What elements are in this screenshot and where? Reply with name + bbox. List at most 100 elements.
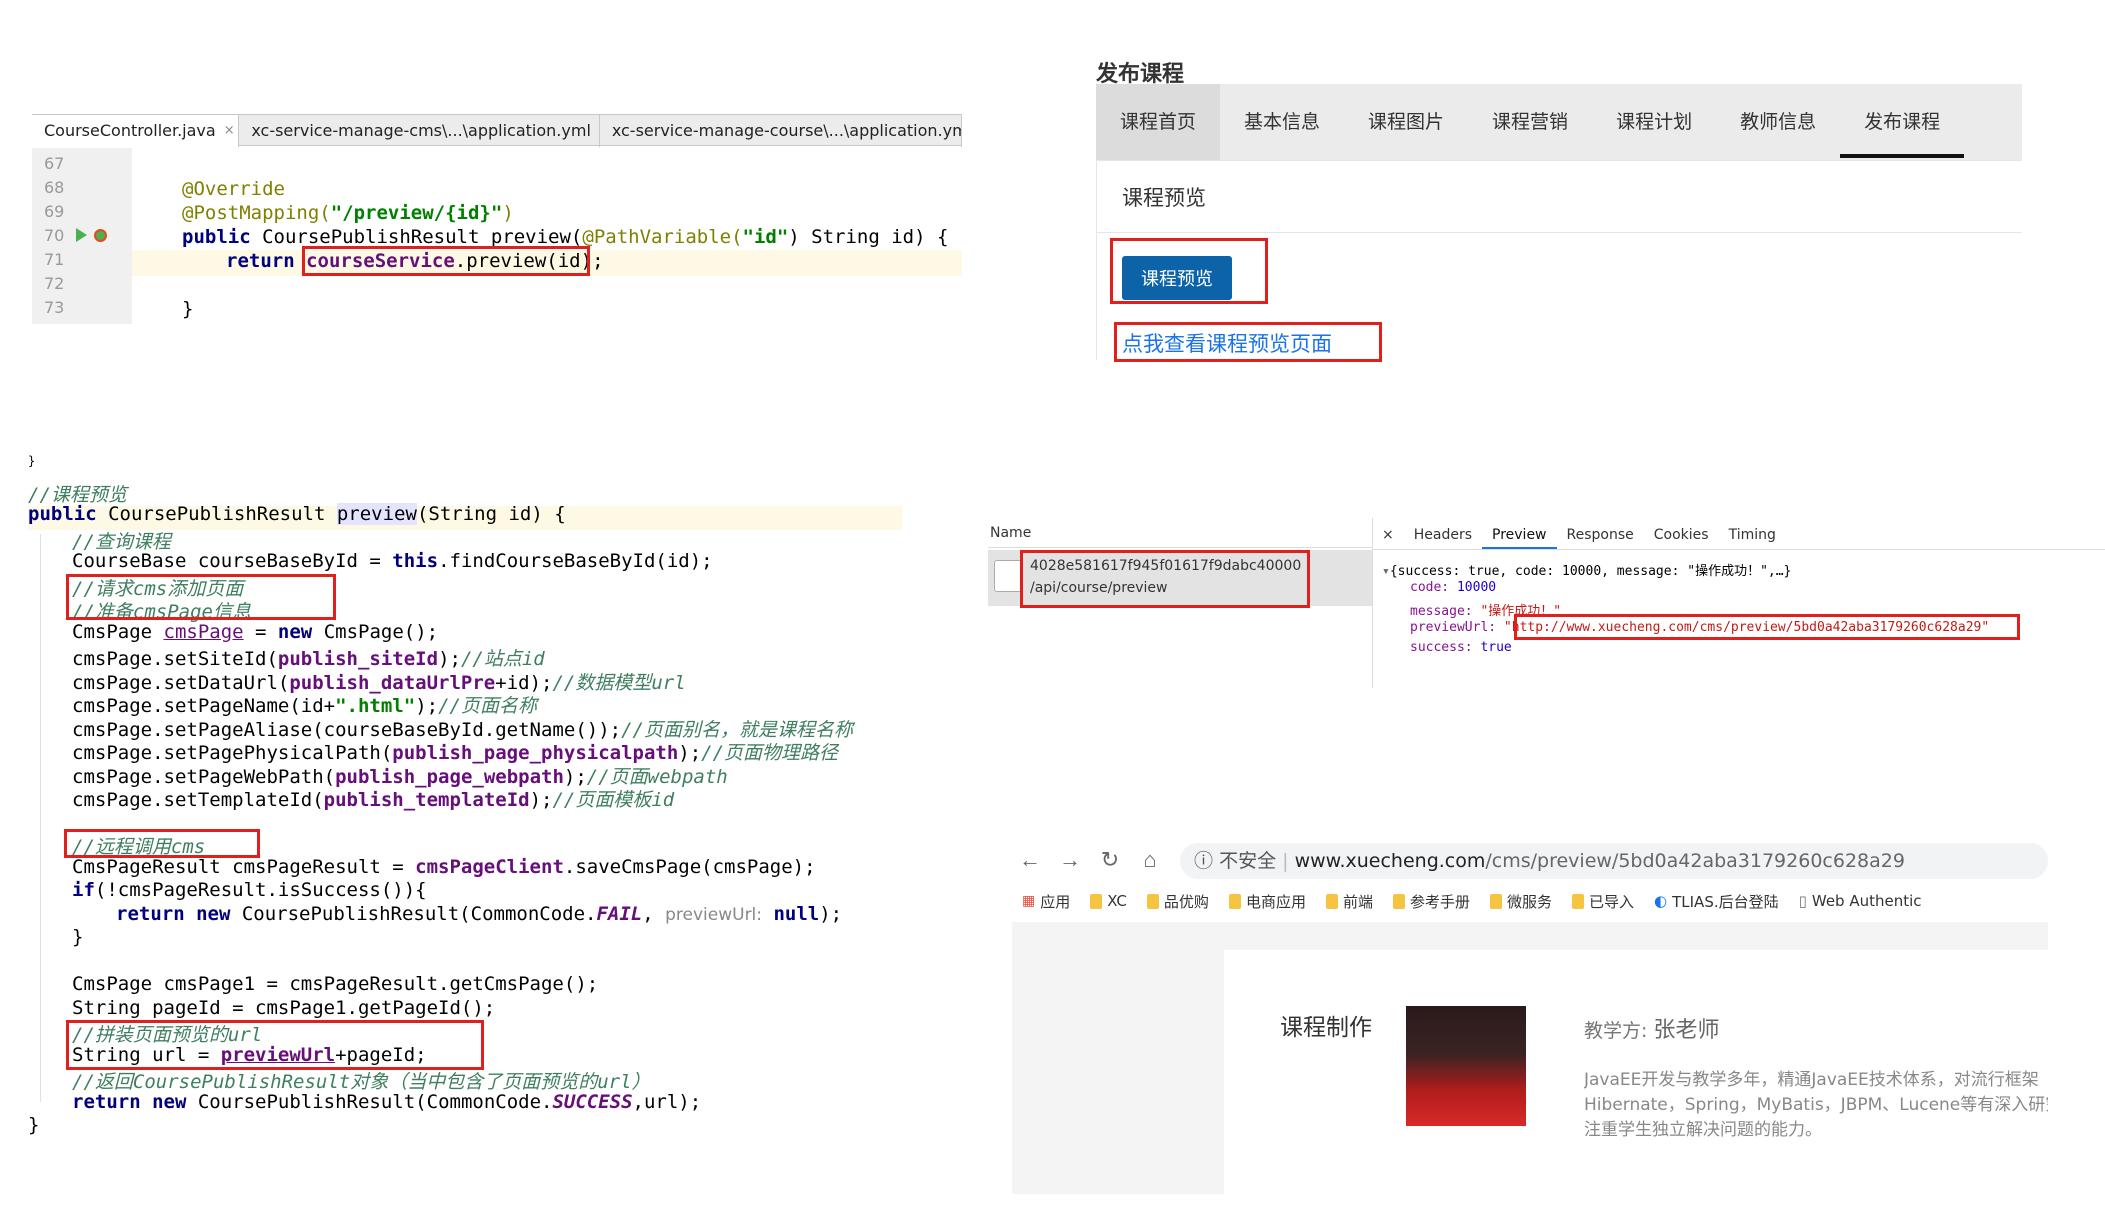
highlight-box <box>66 574 336 620</box>
code-line: } <box>28 1114 40 1136</box>
bookmark-web-auth[interactable]: ▯ Web Authentic <box>1799 892 1922 910</box>
tab-headers[interactable]: Headers <box>1404 520 1482 549</box>
code-line: CmsPage cmsPage1 = cmsPageResult.getCmsP… <box>72 973 599 995</box>
folder-icon <box>1325 893 1338 909</box>
highlight-box <box>1110 238 1268 304</box>
divider <box>1096 232 2022 233</box>
teacher-avatar <box>1406 1006 1526 1126</box>
info-icon[interactable]: ⓘ <box>1194 850 1213 872</box>
ide-tab-label: CourseController.java <box>44 121 216 140</box>
code-line: cmsPage.setPagePhysicalPath(publish_page… <box>72 742 839 764</box>
tab-course-images[interactable]: 课程图片 <box>1344 84 1468 160</box>
indent-guide <box>40 534 41 1102</box>
request-type-icon <box>994 560 1022 592</box>
bookmark-xc[interactable]: XC <box>1090 892 1127 910</box>
bookmark-reference[interactable]: 参考手册 <box>1392 891 1470 912</box>
close-icon[interactable]: × <box>224 116 235 146</box>
ide-tab-cms-yml[interactable]: xc-service-manage-cms\...\application.ym… <box>239 115 600 147</box>
override-marker-icon[interactable] <box>94 229 107 242</box>
bookmarks-bar: ▦ 应用 XC 品优购 电商应用 前端 参考手册 微服务 已导入 ◐ TLIAS.后… <box>1022 888 2048 914</box>
tab-teacher-info[interactable]: 教师信息 <box>1716 84 1840 160</box>
line-number: 71 <box>44 250 65 269</box>
folder-icon <box>1572 893 1584 909</box>
page-header-band <box>1224 922 2048 950</box>
ide-tab-coursecontroller[interactable]: CourseController.java × <box>32 115 240 147</box>
bookmark-tlias[interactable]: ◐ TLIAS.后台登陆 <box>1654 891 1779 912</box>
teacher-name: 张老师 <box>1653 1018 1720 1043</box>
line-number: 68 <box>44 178 65 197</box>
highlight-box <box>66 1020 484 1070</box>
url-path: /cms/preview/5bd0a42aba3179260c628a29 <box>1485 850 1905 872</box>
line-number: 69 <box>44 202 65 221</box>
folder-icon <box>1146 893 1159 909</box>
tab-response[interactable]: Response <box>1557 520 1644 549</box>
tab-cookies[interactable]: Cookies <box>1644 520 1719 549</box>
highlight-box <box>1514 614 2020 640</box>
teacher-description: JavaEE开发与教学多年，精通JavaEE技术体系，对流行框架 Hiberna… <box>1584 1070 2048 1140</box>
bookmark-imported[interactable]: 已导入 <box>1572 891 1634 912</box>
preview-heading: 课程预览 <box>1122 186 1206 210</box>
teacher-label: 教学方: 张老师 <box>1584 1018 1720 1043</box>
site-favicon-icon: ◐ <box>1654 892 1668 910</box>
network-name-header[interactable]: Name <box>988 518 1372 548</box>
code-line: } <box>72 926 84 948</box>
highlight-box <box>1114 322 1382 362</box>
folder-icon <box>1228 893 1241 909</box>
page-icon: ▯ <box>1798 892 1807 910</box>
highlight-box <box>1020 550 1310 608</box>
line-number: 72 <box>44 274 65 293</box>
folder-icon <box>1392 893 1405 909</box>
course-title: 课程制作 <box>1280 1015 1372 1041</box>
tab-basic-info[interactable]: 基本信息 <box>1220 84 1344 160</box>
folder-icon <box>1489 893 1502 909</box>
json-success: success: true <box>1410 640 1512 655</box>
tab-course-home[interactable]: 课程首页 <box>1096 84 1221 160</box>
code-line-69: @PostMapping("/preview/{id}") <box>182 202 514 224</box>
ide-gutter: 67 68 69 70 71 72 73 <box>32 148 132 324</box>
forward-icon[interactable]: → <box>1052 840 1088 880</box>
ide-tab-label: xc-service-manage-cms\...\application.ym… <box>251 121 591 140</box>
code-line: public CoursePublishResult preview(Strin… <box>28 503 566 525</box>
code-line: cmsPage.setTemplateId(publish_templateId… <box>72 789 675 811</box>
bookmark-microservice[interactable]: 微服务 <box>1489 891 1552 912</box>
back-icon[interactable]: ← <box>1012 840 1048 880</box>
tab-course-plan[interactable]: 课程计划 <box>1592 84 1716 160</box>
ide-editor[interactable]: @Override @PostMapping("/preview/{id}") … <box>132 148 962 324</box>
code-line-70: public CoursePublishResult preview(@Path… <box>182 226 949 248</box>
tab-publish-course[interactable]: 发布课程 <box>1840 84 1965 160</box>
expand-triangle-icon: ▾ <box>1382 564 1390 579</box>
home-icon[interactable]: ⌂ <box>1132 840 1168 880</box>
code-line: cmsPage.setPageName(id+".html");//页面名称 <box>72 695 537 717</box>
bookmark-apps[interactable]: ▦ 应用 <box>1022 891 1070 912</box>
line-number: 73 <box>44 298 65 317</box>
code-line-68: @Override <box>182 178 285 200</box>
code-comment: //返回CoursePublishResult对象（当中包含了页面预览的url） <box>72 1071 651 1093</box>
code-line: if(!cmsPageResult.isSuccess()){ <box>72 879 427 901</box>
ide-tab-bar: CourseController.java × xc-service-manag… <box>32 114 962 147</box>
json-summary[interactable]: ▾{success: true, code: 10000, message: "… <box>1382 560 1791 579</box>
course-tabs: 课程首页 基本信息 课程图片 课程营销 课程计划 教师信息 发布课程 <box>1096 84 2022 160</box>
ide-tab-course-yml[interactable]: xc-service-manage-course\...\application… <box>600 115 962 147</box>
line-number: 67 <box>44 154 65 173</box>
json-code: code: 10000 <box>1410 580 1497 595</box>
url-host: www.xuecheng.com <box>1294 850 1486 872</box>
devtools-tabs: × Headers Preview Response Cookies Timin… <box>1372 520 2105 550</box>
tab-timing[interactable]: Timing <box>1719 520 1786 549</box>
code-line: CourseBase courseBaseById = this.findCou… <box>72 550 713 572</box>
ide-tab-label: xc-service-manage-course\...\application… <box>611 121 962 140</box>
code-line: return new CoursePublishResult(CommonCod… <box>72 1091 702 1113</box>
insecure-label: 不安全 <box>1219 850 1277 872</box>
tab-preview[interactable]: Preview <box>1482 520 1557 549</box>
tab-course-marketing[interactable]: 课程营销 <box>1468 84 1592 160</box>
run-icon[interactable] <box>76 228 87 242</box>
bookmark-ecommerce[interactable]: 电商应用 <box>1228 891 1306 912</box>
code-line: return new CoursePublishResult(CommonCod… <box>116 903 843 925</box>
code-line-73: } <box>182 298 194 320</box>
bookmark-frontend[interactable]: 前端 <box>1325 891 1373 912</box>
close-icon[interactable]: × <box>1372 520 1404 549</box>
page-sidebar <box>1012 922 1224 1194</box>
address-bar[interactable]: ⓘ 不安全 | www.xuecheng.com/cms/preview/5bd… <box>1180 843 2048 879</box>
bookmark-pinyougou[interactable]: 品优购 <box>1146 891 1209 912</box>
reload-icon[interactable]: ↻ <box>1092 840 1128 880</box>
code-line: String pageId = cmsPage1.getPageId(); <box>72 997 496 1019</box>
